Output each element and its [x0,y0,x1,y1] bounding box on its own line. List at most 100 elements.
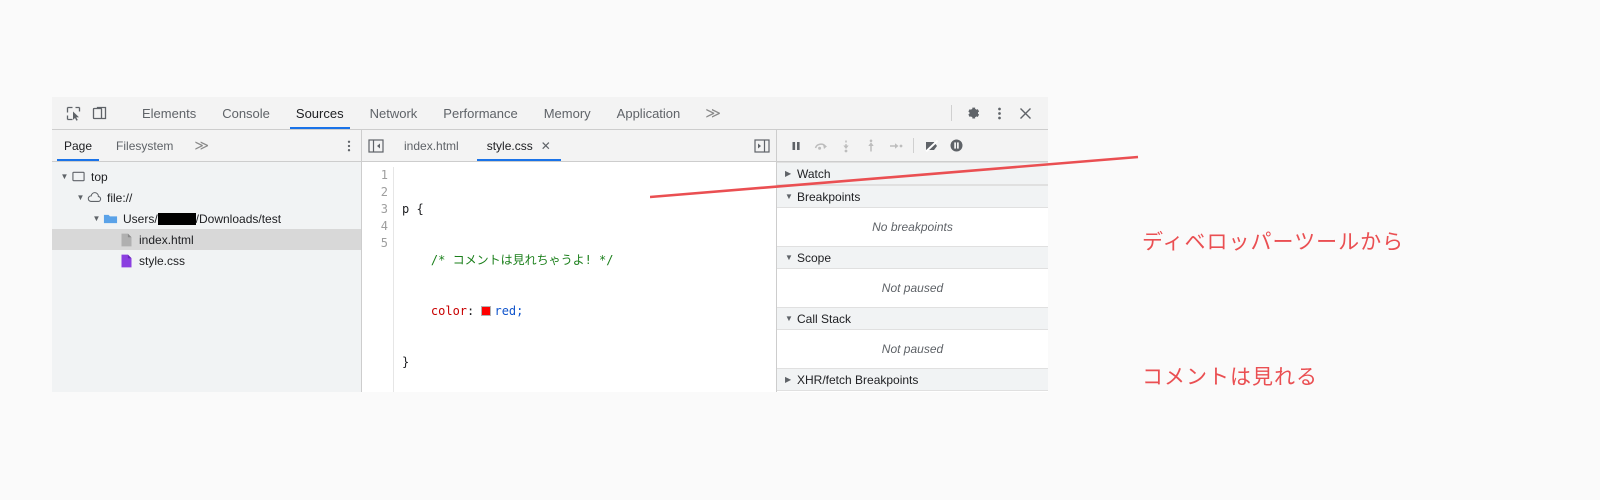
step-icon[interactable] [883,134,908,158]
tab-application[interactable]: Application [604,97,694,129]
devtools-panel-tabs: Elements Console Sources Network Perform… [129,97,943,129]
debugger-sidebar: ▶ Watch ▼ Breakpoints No breakpoints ▼ S… [776,130,1048,392]
collapsed-twisty-icon[interactable]: ▶ [785,169,797,178]
tab-elements[interactable]: Elements [129,97,209,129]
deactivate-breakpoints-icon[interactable] [919,134,944,158]
toolbar-divider-right [951,105,952,121]
close-icon[interactable]: ✕ [541,139,551,153]
toolbar-left-icons [52,97,129,129]
line-number-gutter: 1 2 3 4 5 [362,167,394,392]
more-options-icon[interactable] [986,100,1012,126]
twisty-icon[interactable]: ▼ [74,193,87,202]
expanded-twisty-icon[interactable]: ▼ [785,314,797,323]
devtools-main-toolbar: Elements Console Sources Network Perform… [52,97,1048,130]
code-line-1: p { [402,201,776,218]
document-icon [119,232,134,247]
line-number: 1 [380,168,388,182]
annotation-line-1: ディベロッパーツールから [1142,230,1405,254]
twisty-icon[interactable]: ▼ [90,214,103,223]
editor-tab-strip: index.html style.css ✕ [362,130,776,162]
editor-tab-style-css[interactable]: style.css ✕ [472,130,565,161]
tree-item-folder-test[interactable]: ▼ Users/ /Downloads/test [52,208,361,229]
pane-scope[interactable]: ▼ Scope [777,246,1048,269]
source-editor-panel: index.html style.css ✕ 1 2 3 4 5 p {/* … [362,130,776,392]
navigator-tabs: Page Filesystem ≫ [52,130,361,162]
nav-more-tabs-icon[interactable]: ≫ [185,130,218,161]
collapsed-twisty-icon[interactable]: ▶ [785,375,797,384]
pane-title: Scope [797,250,832,265]
annotation-line-2: コメントは見れる [1142,365,1318,389]
step-out-of-current-function-icon[interactable] [858,134,883,158]
tree-item-style-css[interactable]: style.css [52,250,361,271]
code-line-3: color: red; [402,303,776,320]
pause-on-exceptions-icon[interactable] [944,134,969,158]
path-prefix: Users/ [123,211,158,226]
tab-sources[interactable]: Sources [283,97,357,129]
devtools-body: Page Filesystem ≫ ▼ top ▼ file:// ▼ User… [52,130,1048,392]
device-toolbar-icon[interactable] [86,100,112,126]
pane-title: Call Stack [797,311,852,326]
pane-title: XHR/fetch Breakpoints [797,372,919,387]
gear-icon[interactable] [960,100,986,126]
code-token-value: red [494,304,517,318]
tree-item-label: file:// [107,190,133,205]
tree-item-label: index.html [139,232,194,247]
editor-tab-spacer [565,130,748,161]
inspect-element-icon[interactable] [60,100,86,126]
line-number: 2 [380,185,388,199]
pane-title: Watch [797,166,831,181]
close-icon[interactable] [1012,100,1038,126]
editor-tab-index-html[interactable]: index.html [390,130,473,161]
pane-call-stack[interactable]: ▼ Call Stack [777,307,1048,330]
tree-item-index-html[interactable]: index.html [52,229,361,250]
code-token-colon: : [467,304,482,318]
show-navigator-icon[interactable] [362,130,390,161]
folder-icon [103,211,118,226]
code-line-2: /* コメントは見れちゃうよ! */ [402,252,776,269]
code-token-comment: /* コメントは見れちゃうよ! */ [430,253,614,267]
stylesheet-icon [119,253,134,268]
annotation-text: ディベロッパーツールから コメントは見れる [1142,130,1404,445]
pause-script-execution-icon[interactable] [783,134,808,158]
code-line-4: } [402,354,776,371]
step-over-next-function-call-icon[interactable] [808,134,833,158]
tab-memory[interactable]: Memory [531,97,604,129]
color-swatch-icon[interactable] [481,306,492,316]
tab-console[interactable]: Console [209,97,283,129]
scope-empty-message: Not paused [777,269,1048,307]
code-editor[interactable]: 1 2 3 4 5 p { /* コメントは見れちゃうよ! */ color: … [362,162,776,392]
tree-item-label: top [91,169,108,184]
frame-icon [71,169,86,184]
pane-breakpoints[interactable]: ▼ Breakpoints [777,185,1048,208]
sources-navigator-panel: Page Filesystem ≫ ▼ top ▼ file:// ▼ User… [52,130,362,392]
step-into-next-function-call-icon[interactable] [833,134,858,158]
breakpoints-empty-message: No breakpoints [777,208,1048,246]
tree-item-top[interactable]: ▼ top [52,166,361,187]
twisty-icon[interactable]: ▼ [58,172,71,181]
expanded-twisty-icon[interactable]: ▼ [785,253,797,262]
debugger-toolbar-divider [913,138,914,153]
devtools-window: Elements Console Sources Network Perform… [52,97,1048,392]
nav-tab-filesystem[interactable]: Filesystem [104,130,185,161]
expanded-twisty-icon[interactable]: ▼ [785,192,797,201]
call-stack-empty-message: Not paused [777,330,1048,368]
nav-tab-page[interactable]: Page [52,130,104,161]
show-debugger-icon[interactable] [748,130,776,161]
line-number: 4 [380,219,388,233]
tab-performance[interactable]: Performance [430,97,530,129]
tree-item-label: Users/ /Downloads/test [123,212,281,226]
debugger-toolbar [777,130,1048,162]
code-token-semicolon: ; [516,304,524,318]
tab-network[interactable]: Network [357,97,431,129]
editor-tab-label: style.css [486,138,533,153]
code-token-selector: p { [402,202,424,216]
line-number: 3 [380,202,388,216]
tree-item-file-protocol[interactable]: ▼ file:// [52,187,361,208]
navigator-more-options-icon[interactable] [337,130,361,161]
code-token-brace: } [402,355,410,369]
pane-watch[interactable]: ▶ Watch [777,162,1048,185]
more-tabs-icon[interactable]: ≫ [693,97,733,129]
code-token-property: color [430,304,468,318]
pane-xhr-fetch-breakpoints[interactable]: ▶ XHR/fetch Breakpoints [777,368,1048,391]
code-content[interactable]: p { /* コメントは見れちゃうよ! */ color: red; } [394,167,776,392]
